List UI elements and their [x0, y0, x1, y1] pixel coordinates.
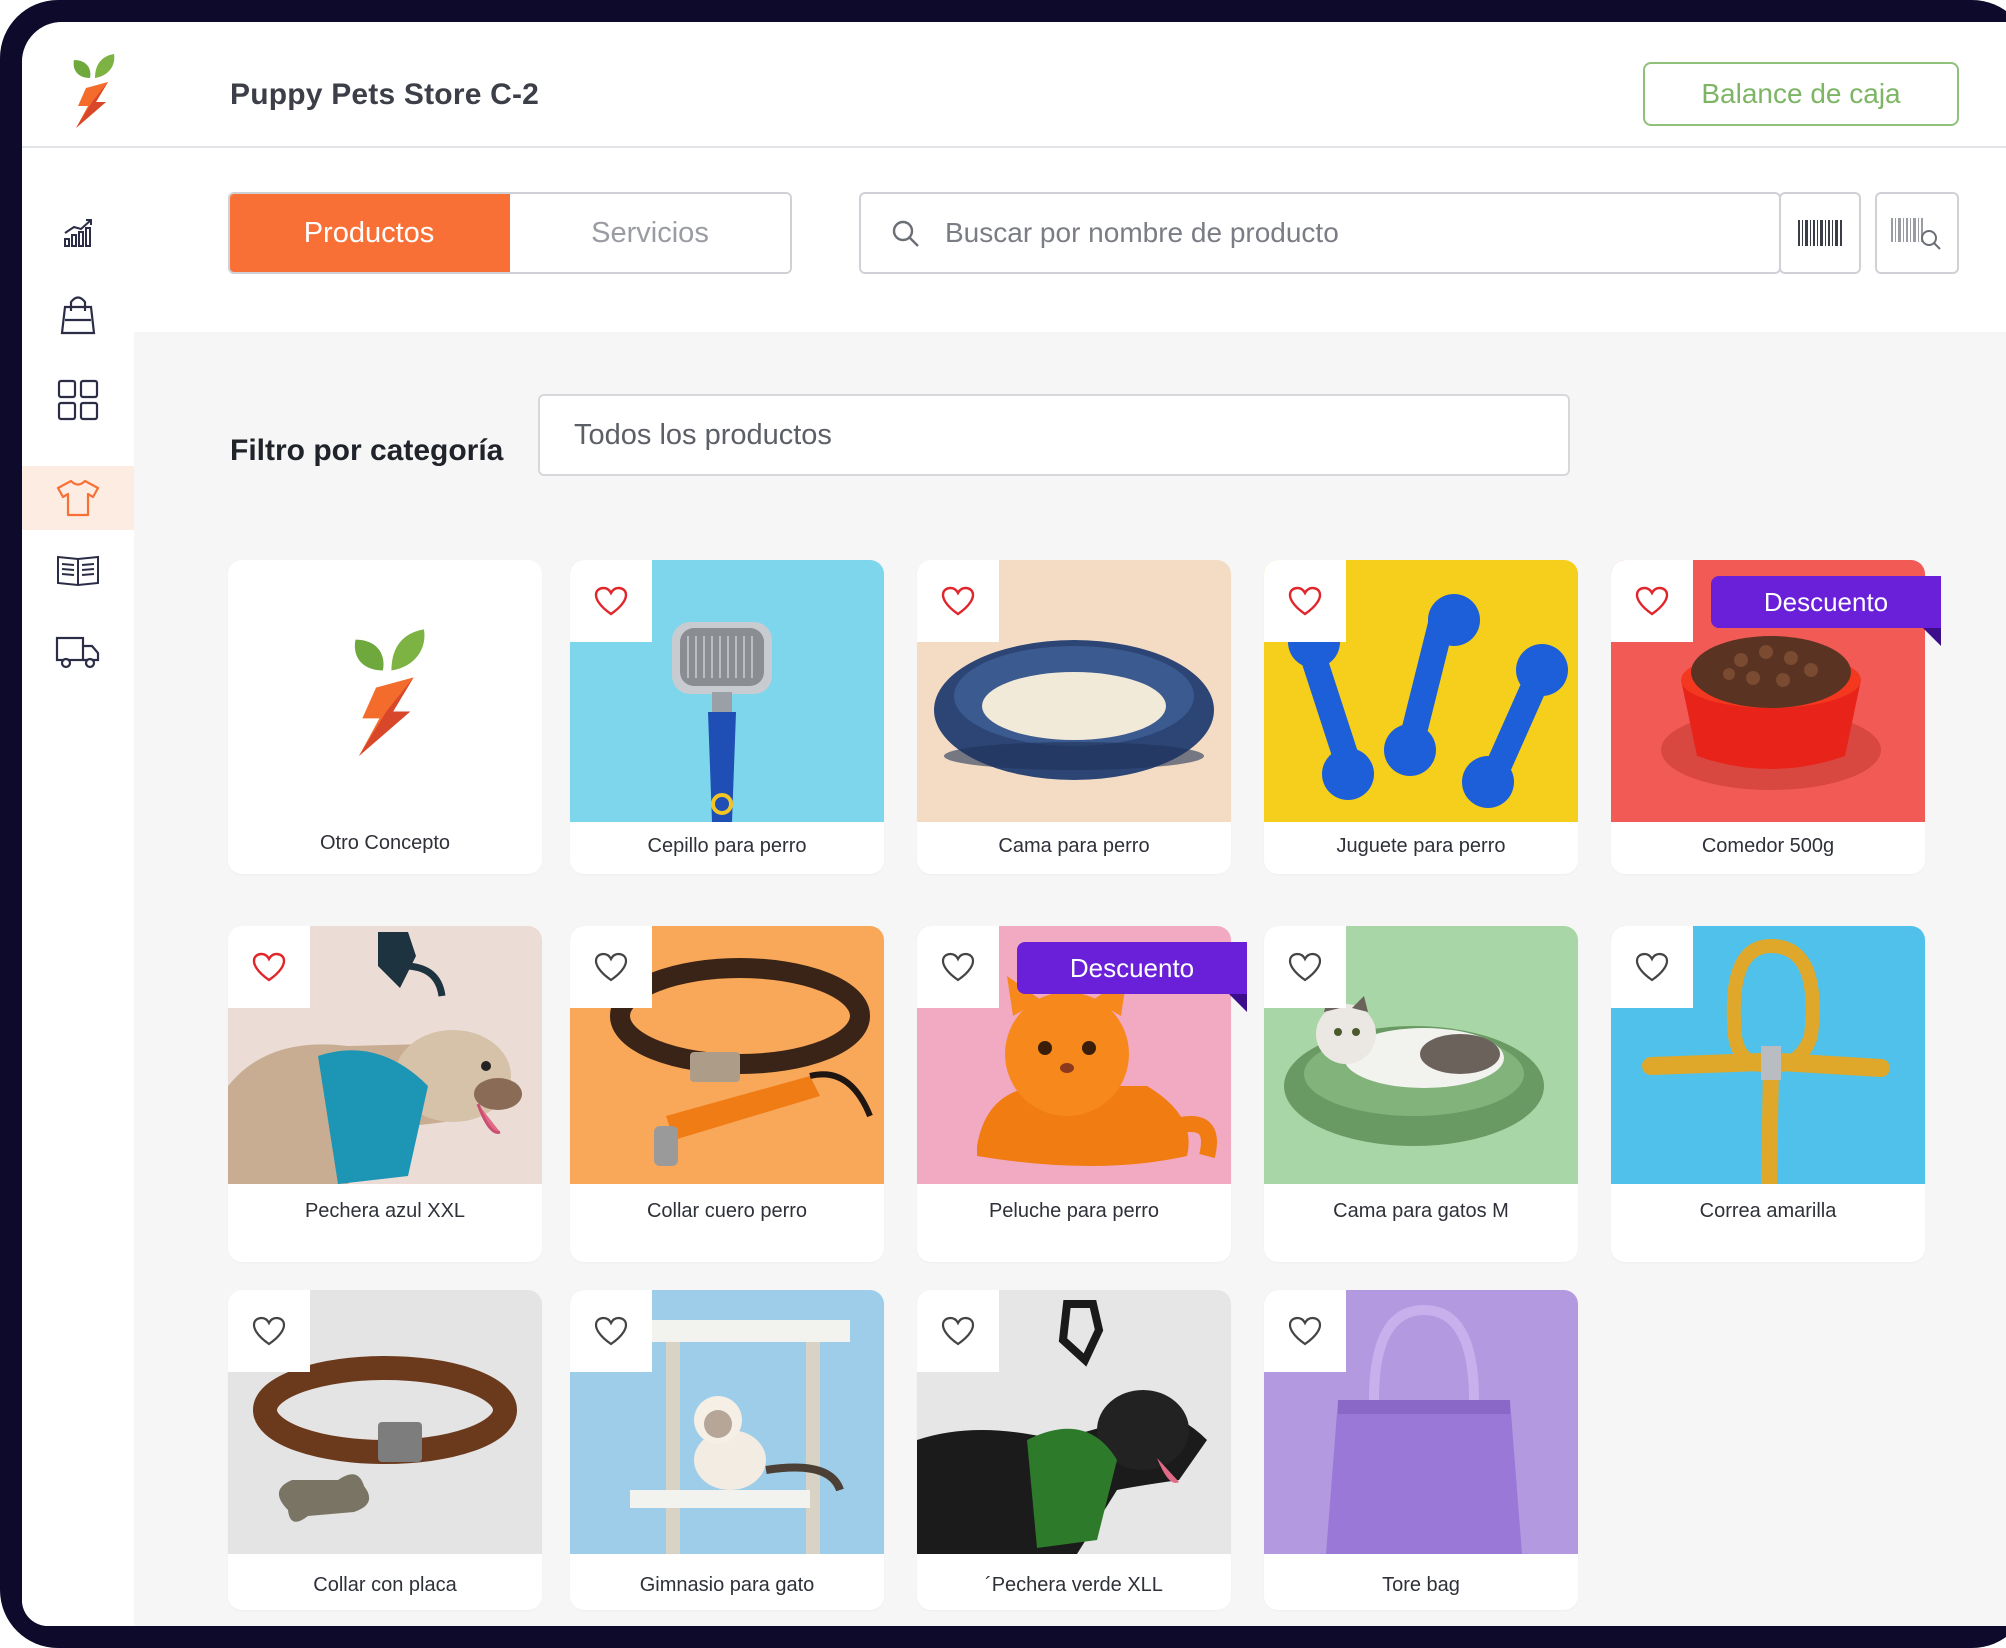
product-card[interactable]: Tore bag — [1264, 1290, 1578, 1610]
product-name: ´Pechera verde XLL — [985, 1574, 1163, 1596]
sidebar-item-products[interactable] — [22, 466, 134, 530]
search-box — [859, 192, 1781, 274]
category-filter-label: Filtro por categoría — [230, 434, 504, 467]
heart-icon — [594, 1316, 628, 1346]
app-screen: Puppy Pets Store C-2 Balance de caja Pro… — [22, 22, 2006, 1626]
balance-button[interactable]: Balance de caja — [1643, 62, 1959, 126]
product-card[interactable]: Gimnasio para gato — [570, 1290, 884, 1610]
favorite-toggle[interactable] — [570, 1290, 652, 1372]
product-name: Collar con placa — [313, 1574, 457, 1596]
product-name: Correa amarilla — [1699, 1200, 1837, 1222]
barcode-search-button[interactable] — [1875, 192, 1959, 274]
store-title: Puppy Pets Store C-2 — [230, 78, 540, 111]
favorite-toggle[interactable] — [1611, 560, 1693, 642]
product-name: Cepillo para perro — [647, 835, 807, 857]
favorite-toggle[interactable] — [917, 560, 999, 642]
favorite-toggle[interactable] — [1264, 560, 1346, 642]
product-card[interactable]: Juguete para perro — [1264, 560, 1578, 874]
product-name: Pechera azul XXL — [304, 1200, 466, 1222]
product-card[interactable]: Cama para gatos M — [1264, 926, 1578, 1262]
product-card[interactable]: Collar con placa — [228, 1290, 542, 1610]
product-name: Cama para perro — [998, 835, 1150, 857]
favorite-toggle[interactable] — [1611, 926, 1693, 1008]
heart-icon — [252, 1316, 286, 1346]
discount-badge: Descuento — [1711, 576, 1941, 646]
favorite-toggle[interactable] — [228, 1290, 310, 1372]
product-card[interactable]: Otro Concepto — [228, 560, 542, 874]
search-icon — [892, 220, 919, 247]
product-card[interactable]: Descuento Comedor 500g — [1611, 560, 1941, 874]
product-card[interactable]: Correa amarilla — [1611, 926, 1925, 1262]
favorite-toggle[interactable] — [1264, 926, 1346, 1008]
product-name: Tore bag — [1382, 1574, 1460, 1596]
product-name: Cama para gatos M — [1333, 1200, 1509, 1222]
sidebar-item-analytics[interactable] — [22, 200, 134, 264]
tab-products[interactable]: Productos — [230, 194, 510, 272]
product-card[interactable]: ´Pechera verde XLL — [917, 1290, 1231, 1610]
product-card[interactable]: Descuento Peluche para perro — [917, 926, 1247, 1262]
product-card[interactable]: Cama para perro — [917, 560, 1231, 874]
sidebar-item-sales[interactable] — [22, 282, 134, 346]
product-name: Gimnasio para gato — [639, 1574, 815, 1596]
product-name: Collar cuero perro — [646, 1200, 808, 1222]
heart-icon — [941, 952, 975, 982]
sidebar-item-categories[interactable] — [22, 368, 134, 432]
heart-icon — [1288, 1316, 1322, 1346]
heart-icon — [1635, 586, 1669, 616]
product-name: Juguete para perro — [1336, 835, 1506, 857]
favorite-toggle[interactable] — [917, 1290, 999, 1372]
heart-icon — [252, 952, 286, 982]
product-name: Peluche para perro — [988, 1200, 1160, 1222]
chart-icon — [64, 219, 92, 247]
brand-logo[interactable] — [68, 52, 118, 128]
favorite-toggle[interactable] — [570, 926, 652, 1008]
barcode-search-icon — [1891, 218, 1941, 250]
favorite-toggle[interactable] — [917, 926, 999, 1008]
sidebar — [22, 148, 134, 1626]
product-name: Otro Concepto — [319, 832, 451, 854]
barcode-scan-button[interactable] — [1779, 192, 1861, 274]
product-card[interactable]: Cepillo para perro — [570, 560, 884, 874]
product-service-tabs: Productos Servicios — [228, 192, 792, 274]
favorite-toggle[interactable] — [228, 926, 310, 1008]
favorite-toggle[interactable] — [1264, 1290, 1346, 1372]
product-card[interactable]: Pechera azul XXL — [228, 926, 542, 1262]
barcode-icon — [1798, 220, 1842, 246]
heart-icon — [1288, 952, 1322, 982]
product-card[interactable]: Collar cuero perro — [570, 926, 884, 1262]
heart-icon — [1635, 952, 1669, 982]
book-icon — [57, 555, 99, 587]
favorite-toggle[interactable] — [570, 560, 652, 642]
tab-services[interactable]: Servicios — [510, 194, 790, 272]
sidebar-item-delivery[interactable] — [22, 620, 134, 684]
sidebar-item-catalog[interactable] — [22, 538, 134, 602]
product-name: Comedor 500g — [1701, 835, 1835, 857]
heart-icon — [941, 1316, 975, 1346]
truck-icon — [55, 636, 100, 669]
shopping-bag-icon — [60, 296, 96, 335]
heart-icon — [594, 952, 628, 982]
tshirt-icon — [56, 479, 100, 517]
heart-icon — [594, 586, 628, 616]
category-filter-select[interactable]: Todos los productos — [538, 394, 1570, 476]
grid-icon — [57, 379, 99, 421]
brand-logo — [354, 629, 425, 756]
top-bar: Puppy Pets Store C-2 Balance de caja — [22, 22, 2006, 148]
heart-icon — [941, 586, 975, 616]
heart-icon — [1288, 586, 1322, 616]
discount-badge: Descuento — [1017, 942, 1247, 1012]
search-input[interactable] — [945, 194, 1765, 272]
